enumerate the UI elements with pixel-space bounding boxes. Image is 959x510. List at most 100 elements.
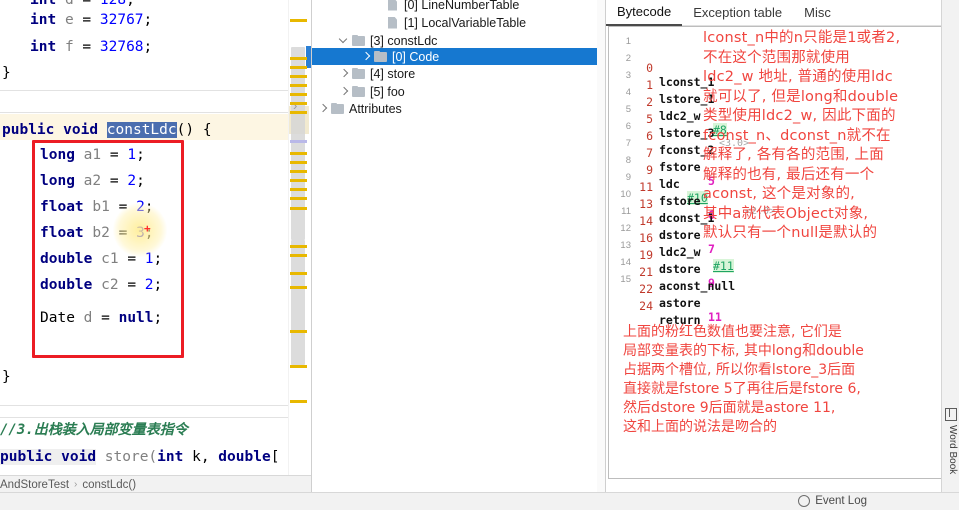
keyword-long: long [40, 147, 75, 163]
code-line-double-c2: double c2 = 2; [40, 278, 162, 293]
tree-node-code-selected[interactable]: [0] Code [312, 48, 606, 65]
tree-node-attributes[interactable]: Attributes [317, 100, 402, 117]
space-1 [56, 0, 65, 8]
tree-node-label: [1] LocalVariableTable [404, 16, 526, 30]
keyword-int-2: int [157, 449, 183, 465]
word-book-icon[interactable] [945, 408, 957, 421]
event-log-label: Event Log [815, 495, 867, 507]
folder-icon [352, 86, 365, 97]
ide-window: int d = 128; int e = 32767; int f = 3276… [0, 0, 959, 510]
breadcrumb[interactable]: AndStoreTest › constLdc() [0, 475, 311, 493]
bytecode-row[interactable]: 15 24 return [609, 271, 957, 288]
chevron-right-icon[interactable] [317, 103, 328, 114]
chevron-right-icon[interactable] [338, 68, 349, 79]
bytecode-pane[interactable]: Bytecode Exception table Misc 1 0 lconst… [605, 0, 959, 493]
tree-node-label: [3] constLdc [370, 34, 437, 48]
literal-1a: 1 [127, 147, 136, 163]
space-12 [75, 310, 84, 326]
equals-4: = [101, 147, 127, 163]
space-5 [98, 122, 107, 138]
breadcrumb-method[interactable]: constLdc() [82, 479, 136, 491]
bytecode-line-number: 12 [609, 223, 631, 234]
stripe-mark-changed [290, 140, 307, 143]
folder-icon [352, 35, 365, 46]
bytecode-line-number: 15 [609, 274, 631, 285]
bytecode-listing[interactable]: 1 0 lconst_1 2 1 lstore_1 3 2 ldc2_w #8 … [608, 26, 958, 479]
equals-9: = [119, 277, 145, 293]
scrollbar-thumb-lower[interactable] [291, 240, 305, 365]
bytecode-opcode: astore [659, 296, 701, 310]
equals-5: = [101, 173, 127, 189]
right-tool-strip[interactable]: Word Book [941, 0, 959, 493]
keyword-double: double [40, 277, 92, 293]
code-line-store-signature: public void store(int k, double[ [0, 450, 279, 465]
event-log-button[interactable]: Event Log [798, 495, 867, 507]
stripe-mark [290, 245, 307, 248]
semi-1: ; [126, 0, 135, 8]
chevron-down-icon[interactable] [338, 35, 349, 46]
keyword-int: int [30, 12, 56, 28]
code-line-long-a1: long a1 = 1; [40, 148, 145, 163]
space-3 [56, 39, 65, 55]
space-2 [56, 12, 65, 28]
tree-node-label: [0] Code [392, 50, 439, 64]
keyword-void: void [63, 122, 98, 138]
tree-node-linenumbertable[interactable]: [0] LineNumberTable [388, 0, 519, 13]
editor-divider-1 [0, 90, 288, 91]
equals-2: = [74, 12, 100, 28]
stripe-mark [290, 161, 307, 164]
type-Date: Date [40, 310, 75, 326]
keyword-float: float [40, 225, 84, 241]
keyword-void-2: void [61, 449, 96, 465]
tool-window-word-book[interactable]: Word Book [943, 425, 958, 474]
literal-2a: 2 [127, 173, 136, 189]
equals-10: = [92, 310, 118, 326]
breadcrumb-class[interactable]: AndStoreTest [0, 479, 69, 491]
tree-node-label: [0] LineNumberTable [404, 0, 519, 12]
literal-32768: 32768 [100, 39, 144, 55]
bytecode-line-number: 11 [609, 206, 631, 217]
tree-node-label: [4] store [370, 67, 415, 81]
tab-misc[interactable]: Misc [793, 1, 842, 25]
space-10 [92, 251, 101, 267]
code-editor-pane[interactable]: int d = 128; int e = 32767; int f = 3276… [0, 0, 311, 493]
bytecode-line-number: 2 [609, 53, 631, 64]
tree-node-localvariabletable[interactable]: [1] LocalVariableTable [388, 14, 526, 31]
code-line-close-brace-2: } [2, 370, 11, 385]
tree-node-label: Attributes [349, 102, 402, 116]
keyword-double-2: double [218, 449, 270, 465]
bytecode-offset: 24 [635, 299, 653, 313]
bytecode-row[interactable]: 14 22 astore 11 [609, 254, 957, 271]
file-icon [388, 0, 398, 11]
bytecode-tab-bar[interactable]: Bytecode Exception table Misc [606, 0, 959, 26]
literal-2c: 2 [145, 277, 154, 293]
stripe-mark [290, 365, 307, 368]
method-name-selected[interactable]: constLdc [107, 122, 177, 138]
error-stripe-column[interactable]: › [288, 0, 311, 493]
keyword-long: long [40, 173, 75, 189]
tree-node-foo[interactable]: [5] foo [338, 83, 405, 100]
class-structure-tree-pane[interactable]: [0] LineNumberTable [1] LocalVariableTab… [311, 0, 606, 493]
semi-10: ; [154, 310, 163, 326]
chevron-right-icon[interactable] [360, 51, 371, 62]
stripe-mark [290, 152, 307, 155]
semi-8: ; [154, 251, 163, 267]
tab-exception-table[interactable]: Exception table [682, 1, 793, 25]
tree-node-constldc[interactable]: [3] constLdc [338, 32, 437, 49]
code-line-int-f: int f = 32768; [30, 40, 152, 55]
chevron-right-icon[interactable] [338, 86, 349, 97]
brace-close-1: } [2, 65, 11, 81]
bytecode-line-number: 5 [609, 104, 631, 115]
keyword-public-2: public [0, 449, 52, 465]
tab-bytecode[interactable]: Bytecode [606, 0, 682, 26]
folder-icon [331, 103, 344, 114]
tree-node-store[interactable]: [4] store [338, 65, 415, 82]
stripe-mark [290, 170, 307, 173]
stripe-mark [290, 19, 307, 22]
stripe-mark [290, 111, 307, 114]
method-parens: () { [177, 122, 212, 138]
code-line-date-d: Date d = null; [40, 311, 162, 326]
literal-128: 128 [100, 0, 126, 8]
space-7 [75, 173, 84, 189]
caret-plus-marker: + [144, 222, 151, 235]
